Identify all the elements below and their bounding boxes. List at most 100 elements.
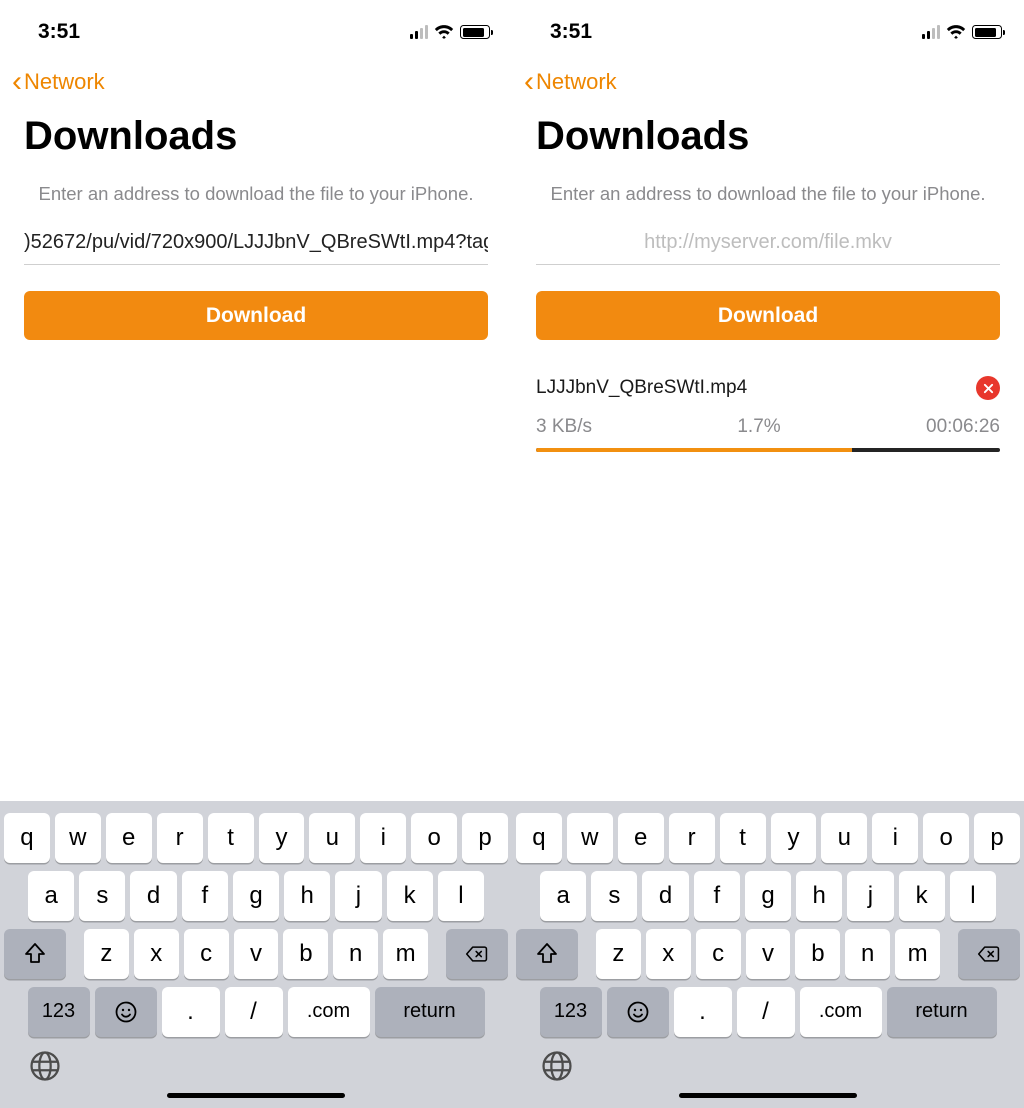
slash-key[interactable]: / xyxy=(225,987,283,1037)
return-key[interactable]: return xyxy=(887,987,997,1037)
download-percent: 1.7% xyxy=(737,416,780,438)
key-s[interactable]: s xyxy=(591,871,637,921)
page-title: Downloads xyxy=(0,100,512,175)
nav-back[interactable]: ‹ Network xyxy=(512,54,1024,100)
globe-icon[interactable] xyxy=(540,1049,574,1083)
key-b[interactable]: b xyxy=(795,929,840,979)
globe-icon[interactable] xyxy=(28,1049,62,1083)
key-a[interactable]: a xyxy=(28,871,74,921)
key-h[interactable]: h xyxy=(284,871,330,921)
key-e[interactable]: e xyxy=(106,813,152,863)
wifi-icon xyxy=(434,24,454,40)
home-indicator[interactable] xyxy=(167,1093,345,1099)
key-n[interactable]: n xyxy=(333,929,378,979)
key-y[interactable]: y xyxy=(771,813,817,863)
key-u[interactable]: u xyxy=(309,813,355,863)
key-i[interactable]: i xyxy=(360,813,406,863)
keyboard[interactable]: qwertyuiop asdfghjkl zxcvbnm 123 . / xyxy=(0,801,512,1108)
signal-icon xyxy=(410,25,429,39)
status-bar: 3:51 xyxy=(512,0,1024,54)
key-l[interactable]: l xyxy=(950,871,996,921)
wifi-icon xyxy=(946,24,966,40)
phone-left: 3:51 ‹ Network Downloads Enter an addres… xyxy=(0,0,512,1108)
shift-key[interactable] xyxy=(4,929,66,979)
key-u[interactable]: u xyxy=(821,813,867,863)
key-c[interactable]: c xyxy=(184,929,229,979)
key-x[interactable]: x xyxy=(646,929,691,979)
numeric-key[interactable]: 123 xyxy=(28,987,90,1037)
key-j[interactable]: j xyxy=(335,871,381,921)
download-filename: LJJJbnV_QBreSWtI.mp4 xyxy=(536,377,747,399)
key-k[interactable]: k xyxy=(899,871,945,921)
key-n[interactable]: n xyxy=(845,929,890,979)
battery-icon xyxy=(972,25,1002,39)
com-key[interactable]: .com xyxy=(800,987,882,1037)
key-w[interactable]: w xyxy=(55,813,101,863)
key-z[interactable]: z xyxy=(84,929,129,979)
status-icons xyxy=(922,24,1003,40)
backspace-key[interactable] xyxy=(446,929,508,979)
backspace-key[interactable] xyxy=(958,929,1020,979)
key-y[interactable]: y xyxy=(259,813,305,863)
home-indicator[interactable] xyxy=(679,1093,857,1099)
emoji-icon xyxy=(626,1000,650,1024)
key-t[interactable]: t xyxy=(720,813,766,863)
numeric-key[interactable]: 123 xyxy=(540,987,602,1037)
status-time: 3:51 xyxy=(38,20,80,44)
key-l[interactable]: l xyxy=(438,871,484,921)
key-k[interactable]: k xyxy=(387,871,433,921)
key-d[interactable]: d xyxy=(642,871,688,921)
keyboard[interactable]: qwertyuiop asdfghjkl zxcvbnm 123 . / xyxy=(512,801,1024,1108)
key-g[interactable]: g xyxy=(745,871,791,921)
dot-key[interactable]: . xyxy=(162,987,220,1037)
key-p[interactable]: p xyxy=(462,813,508,863)
download-button[interactable]: Download xyxy=(24,291,488,340)
key-p[interactable]: p xyxy=(974,813,1020,863)
page-subtitle: Enter an address to download the file to… xyxy=(512,175,1024,227)
key-v[interactable]: v xyxy=(746,929,791,979)
key-o[interactable]: o xyxy=(411,813,457,863)
dot-key[interactable]: . xyxy=(674,987,732,1037)
shift-icon xyxy=(535,942,559,966)
download-button[interactable]: Download xyxy=(536,291,1000,340)
key-f[interactable]: f xyxy=(694,871,740,921)
key-q[interactable]: q xyxy=(516,813,562,863)
key-r[interactable]: r xyxy=(669,813,715,863)
emoji-key[interactable] xyxy=(95,987,157,1037)
key-v[interactable]: v xyxy=(234,929,279,979)
key-e[interactable]: e xyxy=(618,813,664,863)
emoji-key[interactable] xyxy=(607,987,669,1037)
key-s[interactable]: s xyxy=(79,871,125,921)
key-r[interactable]: r xyxy=(157,813,203,863)
shift-key[interactable] xyxy=(516,929,578,979)
key-b[interactable]: b xyxy=(283,929,328,979)
key-g[interactable]: g xyxy=(233,871,279,921)
close-icon xyxy=(983,383,994,394)
key-m[interactable]: m xyxy=(895,929,940,979)
download-speed: 3 KB/s xyxy=(536,416,592,438)
url-input[interactable] xyxy=(24,227,488,265)
key-c[interactable]: c xyxy=(696,929,741,979)
key-f[interactable]: f xyxy=(182,871,228,921)
key-h[interactable]: h xyxy=(796,871,842,921)
cancel-download-button[interactable] xyxy=(976,376,1000,400)
key-t[interactable]: t xyxy=(208,813,254,863)
key-i[interactable]: i xyxy=(872,813,918,863)
status-bar: 3:51 xyxy=(0,0,512,54)
com-key[interactable]: .com xyxy=(288,987,370,1037)
key-a[interactable]: a xyxy=(540,871,586,921)
key-w[interactable]: w xyxy=(567,813,613,863)
key-o[interactable]: o xyxy=(923,813,969,863)
slash-key[interactable]: / xyxy=(737,987,795,1037)
key-x[interactable]: x xyxy=(134,929,179,979)
key-z[interactable]: z xyxy=(596,929,641,979)
key-m[interactable]: m xyxy=(383,929,428,979)
key-q[interactable]: q xyxy=(4,813,50,863)
url-input[interactable] xyxy=(536,227,1000,265)
page-title: Downloads xyxy=(512,100,1024,175)
key-j[interactable]: j xyxy=(847,871,893,921)
nav-back[interactable]: ‹ Network xyxy=(0,54,512,100)
return-key[interactable]: return xyxy=(375,987,485,1037)
page-subtitle: Enter an address to download the file to… xyxy=(0,175,512,227)
key-d[interactable]: d xyxy=(130,871,176,921)
